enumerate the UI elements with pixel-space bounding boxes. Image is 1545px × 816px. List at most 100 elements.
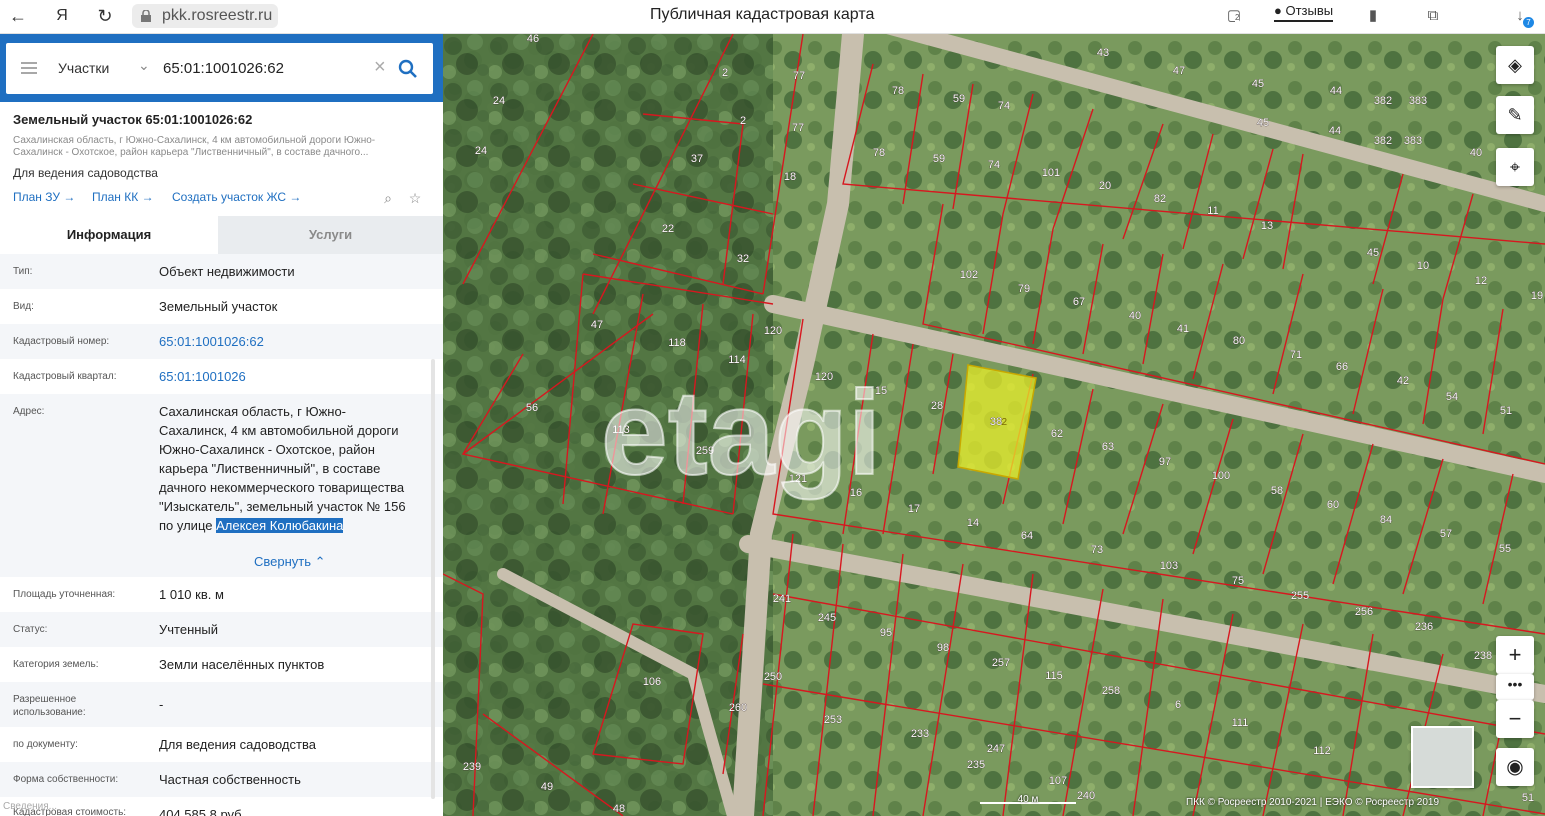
parcel-number-label: 80 [1233,335,1245,347]
cadastral-map[interactable]: 62 46 43 47 45 44 382 383 24 2 77 78 59 74 45 44 382 383… [443,34,1545,816]
row-value: 1 010 кв. м [159,587,224,602]
search-box[interactable]: Участки ⌄ 65:01:1001026:62 × [6,43,433,94]
row-label: Тип: [13,266,33,277]
parcel-number-label: 2 [740,115,746,127]
search-icon[interactable] [398,59,418,79]
search-type-select[interactable]: Участки [58,60,109,76]
row-label: Категория земель: [13,659,99,670]
tab-services[interactable]: Услуги [218,216,443,254]
bookmark-icon[interactable]: ▮ [1363,6,1383,26]
row-label: по документу: [13,739,78,750]
row-label: Адрес: [13,406,45,417]
parcel-number-label: 20 [1099,180,1111,192]
star-icon[interactable]: ☆ [407,190,423,206]
tabs-count: 2 [1235,13,1240,22]
parcel-number-label: 382 [1374,135,1392,147]
address-bar[interactable]: pkk.rosreestr.ru [132,4,278,28]
search-input[interactable]: 65:01:1001026:62 [163,60,284,77]
browser-toolbar: ← Я ↻ pkk.rosreestr.ru Публичная кадастр… [0,0,1545,34]
parcel-number-label: 71 [1290,349,1302,361]
tabs-icon[interactable]: ▢ 2 [1224,6,1244,26]
parcel-number-label: 75 [1232,575,1244,587]
ruler-button[interactable]: ✎ [1496,96,1534,134]
row-cadastral-cost: Кадастровая стоимость: 404 585,8 руб. [0,797,443,816]
plan-zu-link[interactable]: План ЗУ → [13,190,75,204]
reload-icon[interactable]: ↻ [93,5,117,29]
parcel-number-label: 241 [773,593,791,605]
parcel-number-label: 258 [1102,685,1120,697]
parcel-number-label: 79 [1018,283,1030,295]
row-value: Частная собственность [159,772,301,787]
parcel-number-label: 382 [1374,95,1392,107]
row-value: Земельный участок [159,299,278,314]
parcel-number-label: 51 [1522,792,1534,804]
row-label: Форма собственности: [13,774,119,785]
parcel-number-label: 78 [873,147,885,159]
parcel-number-label: 100 [1212,470,1230,482]
parcel-number-label: 255 [1291,590,1309,602]
plan-kk-link[interactable]: План КК → [92,190,154,204]
parcel-number-label: 67 [1073,296,1085,308]
row-value: Объект недвижимости [159,264,295,279]
parcel-number-label: 111 [1232,717,1249,729]
zoom-out-button[interactable]: − [1496,700,1534,738]
parcel-number-label: 48 [613,803,625,815]
zoom-in-button[interactable]: + [1496,636,1534,674]
address-text: pkk.rosreestr.ru [162,7,273,24]
more-button[interactable]: ••• [1496,674,1534,700]
tab-information[interactable]: Информация [0,216,218,254]
parcel-number-label: 60 [1327,499,1339,511]
layers-button[interactable]: ◈ [1496,46,1534,84]
parcel-number-label: 42 [1397,375,1409,387]
parcel-number-label: 383 [1404,135,1422,147]
parcel-number-label: 18 [784,171,796,183]
row-label: Статус: [13,624,48,635]
parcel-number-label: 46 [527,34,539,45]
parcel-number-label: 24 [493,95,505,107]
parcel-number-label: 74 [998,100,1010,112]
object-subtitle: Сахалинская область, г Южно-Сахалинск, 4… [13,135,376,158]
parcel-number-label: 247 [987,743,1005,755]
row-address: Адрес: Сахалинская область, г Южно-Сахал… [0,394,443,577]
parcel-number-label: 106 [643,676,661,688]
page-title: Публичная кадастровая карта [650,6,875,23]
parcel-number-label: 383 [1409,95,1427,107]
row-label: Кадастровый квартал: [13,371,117,382]
parcel-number-label: 77 [792,122,804,134]
cadastral-quarter-link[interactable]: 65:01:1001026 [159,367,419,386]
parcel-number-label: 101 [1042,167,1060,179]
collections-icon[interactable]: ⧉ [1423,6,1443,26]
parcel-number-label: 63 [1102,441,1114,453]
menu-icon[interactable] [21,62,37,74]
panel-tabs: Информация Услуги [0,216,443,254]
parcel-number-label: 43 [1097,47,1109,59]
reviews-button[interactable]: ● Отзывы [1274,3,1334,22]
row-label: Разрешенное использование: [13,694,86,718]
chevron-down-icon[interactable]: ⌄ [138,57,150,74]
clear-icon[interactable]: × [374,56,386,79]
parcel-number-label: 44 [1330,85,1342,97]
scrollbar[interactable] [431,359,435,799]
cadastral-number-link[interactable]: 65:01:1001026:62 [159,332,419,351]
parcel-number-label: 49 [541,781,553,793]
yandex-logo-icon[interactable]: Я [50,5,74,29]
speech-bubble-icon: ● [1274,3,1282,18]
row-value: - [159,697,164,712]
collapse-address-button[interactable]: Свернуть ⌃ [254,554,326,570]
back-arrow-icon[interactable]: ← [6,5,30,29]
parcel-number-label: 45 [1257,117,1269,129]
compass-icon[interactable]: ◉ [1496,748,1534,786]
parcel-number-label: 58 [1271,485,1283,497]
overview-minimap[interactable] [1411,726,1474,788]
parcel-number-label: 12 [1475,275,1487,287]
find-on-map-icon[interactable]: ⌕ [380,190,396,206]
map-canvas[interactable]: 62 4643474544382 383242 777859744544382 383… [443,34,1545,816]
address-value: Сахалинская область, г Южно-Сахалинск, 4… [159,402,411,535]
row-by-document: по документу: Для ведения садоводства [0,727,443,762]
row-value: 404 585,8 руб. [159,807,246,816]
row-label: Кадастровый номер: [13,336,110,347]
parcel-number-label: 40 [1470,147,1482,159]
create-parcel-link[interactable]: Создать участок ЖС → [172,190,301,204]
locate-button[interactable]: ⌖ [1496,148,1534,186]
parcel-number-label: 245 [818,612,836,624]
